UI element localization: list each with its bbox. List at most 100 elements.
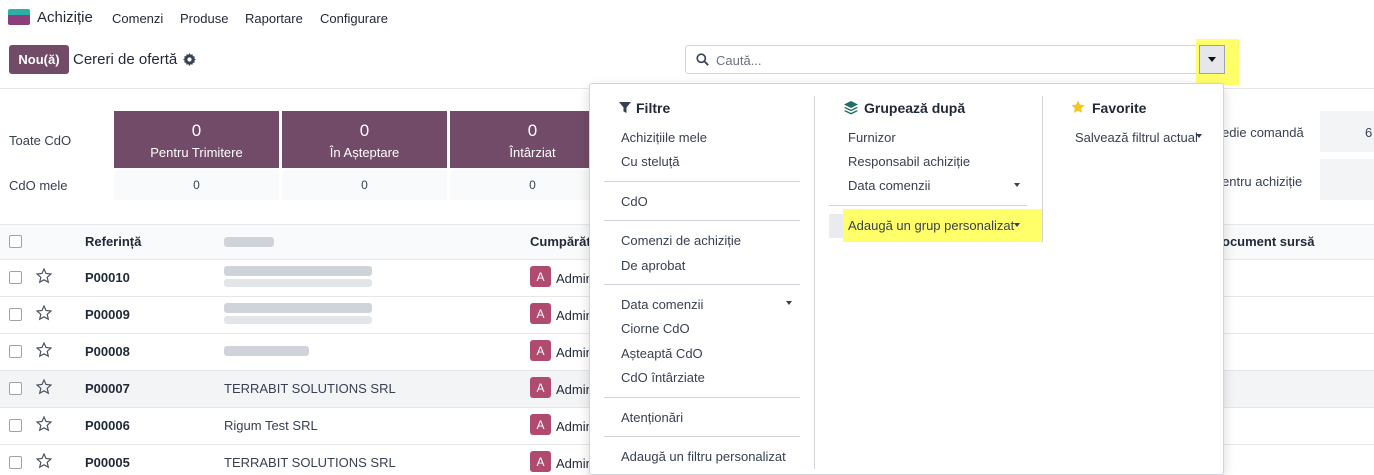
nav-item-raportare[interactable]: Raportare <box>245 11 303 26</box>
card-label: În Așteptare <box>329 145 400 160</box>
search-input[interactable] <box>716 51 1186 69</box>
vendor-cell: TERRABIT SOLUTIONS SRL <box>224 455 396 470</box>
star-icon[interactable] <box>36 453 52 469</box>
search-icon <box>696 53 709 66</box>
filter-order-date[interactable]: Data comenzii <box>621 297 703 312</box>
app-name[interactable]: Achiziție <box>37 9 93 26</box>
filter-late-rfq[interactable]: CdO întârziate <box>621 370 705 385</box>
star-icon[interactable] <box>36 342 52 358</box>
buyer-cell: Admin <box>556 271 593 286</box>
reference-cell: P00005 <box>85 455 130 470</box>
dashboard-card-to-send[interactable]: 0 Pentru Trimitere <box>114 111 279 168</box>
buyer-cell: Admin <box>556 456 593 471</box>
column-header-reference[interactable]: Referință <box>85 234 141 249</box>
card-value: 0 <box>359 121 370 140</box>
dashboard-mine-to-send[interactable]: 0 <box>114 170 279 200</box>
card-value: 0 <box>191 121 202 140</box>
avatar: A <box>530 303 551 324</box>
select-all-checkbox[interactable] <box>9 235 22 248</box>
dashboard-row-mine: CdO mele <box>9 178 68 193</box>
divider <box>814 96 815 469</box>
divider <box>604 181 800 182</box>
dashboard-purchase-box <box>1320 159 1374 200</box>
vendor-cell-blurred <box>224 303 372 313</box>
row-checkbox[interactable] <box>9 382 22 395</box>
caret-down-icon <box>786 301 792 305</box>
column-header-vendor-blurred[interactable] <box>224 237 274 247</box>
star-filled-icon <box>1071 100 1085 113</box>
dashboard-avg-box: 6 <box>1320 111 1374 152</box>
dashboard-purchase-label: entru achiziție <box>1222 174 1303 189</box>
new-button[interactable]: Nou(ă) <box>9 45 69 74</box>
row-checkbox[interactable] <box>9 308 22 321</box>
nav-item-produse[interactable]: Produse <box>180 11 228 26</box>
dashboard-row-all: Toate CdO <box>9 133 72 148</box>
buyer-cell: Admin <box>556 419 593 434</box>
star-icon[interactable] <box>36 379 52 395</box>
app-logo-icon[interactable] <box>8 9 30 25</box>
card-label: Pentru Trimitere <box>150 145 243 160</box>
filter-starred[interactable]: Cu steluță <box>621 154 680 169</box>
vendor-cell-blurred <box>224 279 372 287</box>
filter-waiting-rfq[interactable]: Așteaptă CdO <box>621 346 703 361</box>
row-checkbox[interactable] <box>9 345 22 358</box>
star-icon[interactable] <box>36 268 52 284</box>
avatar: A <box>530 451 551 472</box>
caret-down-icon <box>1208 57 1216 62</box>
filter-warnings[interactable]: Atenționări <box>621 410 683 425</box>
column-header-source[interactable]: ocument sursă <box>1222 234 1314 249</box>
vendor-cell: TERRABIT SOLUTIONS SRL <box>224 381 396 396</box>
add-custom-group-select[interactable]: Adaugă un grup personalizat <box>848 218 1014 233</box>
star-icon[interactable] <box>36 305 52 321</box>
vendor-cell-blurred <box>224 266 372 276</box>
add-custom-filter[interactable]: Adaugă un filtru personalizat <box>621 449 786 464</box>
vendor-cell: Rigum Test SRL <box>224 418 318 433</box>
divider <box>604 436 800 437</box>
buyer-cell: Admin <box>556 345 593 360</box>
row-checkbox[interactable] <box>9 419 22 432</box>
groupby-order-date[interactable]: Data comenzii <box>848 178 930 193</box>
search-bar <box>685 45 1198 74</box>
buyer-cell: Admin <box>556 308 593 323</box>
divider <box>1042 96 1043 242</box>
gear-icon[interactable] <box>183 53 196 66</box>
save-current-filter[interactable]: Salvează filtrul actual <box>1075 130 1198 145</box>
nav-item-configurare[interactable]: Configurare <box>320 11 388 26</box>
buyer-cell: Admin <box>556 382 593 397</box>
vendor-cell-blurred <box>224 316 372 324</box>
reference-cell: P00006 <box>85 418 130 433</box>
favorites-title: Favorite <box>1092 100 1147 116</box>
avatar: A <box>530 340 551 361</box>
dashboard-avg-label: edie comandă <box>1222 125 1304 140</box>
reference-cell: P00007 <box>85 381 130 396</box>
nav-item-comenzi[interactable]: Comenzi <box>112 11 163 26</box>
star-icon[interactable] <box>36 416 52 432</box>
filters-title: Filtre <box>636 100 671 116</box>
dashboard-card-waiting[interactable]: 0 În Așteptare <box>282 111 447 168</box>
filter-to-approve[interactable]: De aprobat <box>621 258 685 273</box>
row-checkbox[interactable] <box>9 456 22 469</box>
avatar: A <box>530 377 551 398</box>
groupby-title: Grupează după <box>864 100 966 116</box>
groupby-purchase-rep[interactable]: Responsabil achiziție <box>848 154 970 169</box>
filter-icon <box>619 102 631 113</box>
caret-down-icon <box>1196 134 1202 138</box>
layers-icon <box>844 101 858 115</box>
filter-draft-rfq[interactable]: Ciorne CdO <box>621 321 690 336</box>
row-checkbox[interactable] <box>9 271 22 284</box>
dashboard-avg-value: 6 <box>1365 125 1373 140</box>
filter-my-purchases[interactable]: Achizițiile mele <box>621 130 707 145</box>
filter-purchase-orders[interactable]: Comenzi de achiziție <box>621 233 741 248</box>
filter-rfq[interactable]: CdO <box>621 194 648 209</box>
reference-cell: P00009 <box>85 307 130 322</box>
divider <box>604 284 800 285</box>
caret-down-icon <box>1014 183 1020 187</box>
dashboard-mine-waiting[interactable]: 0 <box>282 170 447 200</box>
groupby-vendor[interactable]: Furnizor <box>848 130 896 145</box>
divider <box>829 205 1027 206</box>
divider <box>604 397 800 398</box>
search-options-toggle[interactable] <box>1199 45 1225 74</box>
top-navbar: Achiziție Comenzi Produse Raportare Conf… <box>0 0 1374 36</box>
avatar: A <box>530 414 551 435</box>
reference-cell: P00008 <box>85 344 130 359</box>
